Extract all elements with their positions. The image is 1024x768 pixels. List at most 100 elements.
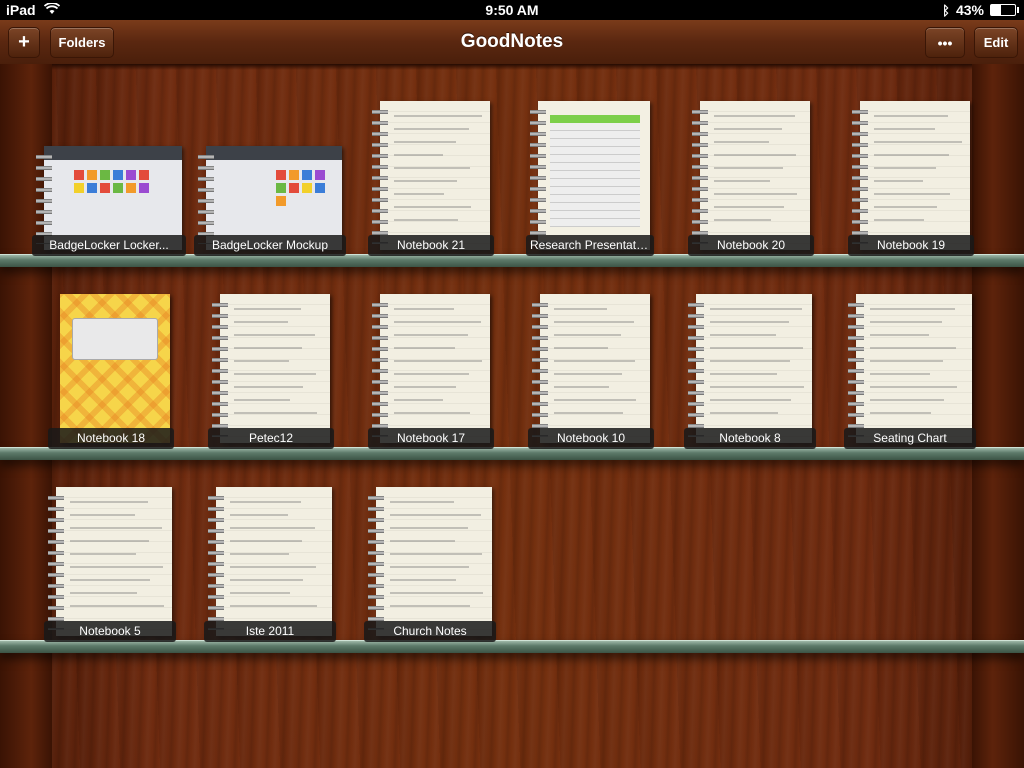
handwriting-line: [234, 308, 301, 310]
handwriting-line: [394, 360, 482, 362]
spiral-binding: [530, 107, 546, 244]
notebook-cover: [700, 101, 810, 250]
handwriting-line: [710, 412, 778, 414]
more-button[interactable]: •••: [925, 27, 965, 58]
notebook-cover: [538, 101, 650, 250]
handwriting-line: [394, 399, 443, 401]
handwriting-line: [874, 141, 962, 143]
bookshelf: BadgeLocker Locker... BadgeLocker Mockup…: [0, 64, 1024, 768]
handwriting-line: [394, 167, 470, 169]
spiral-binding: [532, 300, 548, 437]
notebook-5[interactable]: Notebook 5: [44, 487, 176, 642]
notebook-badgelocker-locker[interactable]: BadgeLocker Locker...: [32, 146, 186, 256]
handwriting-line: [554, 347, 608, 349]
notebook-church-notes[interactable]: Church Notes: [364, 487, 496, 642]
handwriting-line: [554, 321, 634, 323]
spiral-binding: [848, 300, 864, 437]
notebook-8[interactable]: Notebook 8: [684, 294, 816, 449]
handwriting-line: [70, 579, 150, 581]
shelf-top-shadow: [0, 64, 1024, 70]
bookcase-right-side: [972, 64, 1024, 768]
handwriting-line: [234, 334, 315, 336]
handwriting-line: [394, 206, 471, 208]
handwriting-line: [554, 373, 622, 375]
handwriting-line: [874, 115, 948, 117]
handwriting-line: [714, 193, 797, 195]
status-bar: iPad 9:50 AM ᛒ 43%: [0, 0, 1024, 20]
handwriting-line: [394, 180, 457, 182]
notebook-title: Research Presentatio...: [526, 235, 654, 256]
handwriting-line: [234, 321, 288, 323]
notebook-badgelocker-mockup[interactable]: BadgeLocker Mockup: [194, 146, 346, 256]
notebook-20[interactable]: Notebook 20: [688, 101, 814, 256]
handwriting-line: [390, 540, 455, 542]
spiral-binding: [212, 300, 228, 437]
handwriting-line: [394, 334, 468, 336]
handwriting-line: [554, 399, 636, 401]
battery-percent: 43%: [955, 2, 984, 18]
handwriting-line: [874, 167, 936, 169]
notebook-research-presentation[interactable]: Research Presentatio...: [526, 101, 654, 256]
handwriting-line: [870, 321, 942, 323]
notebook-title: Notebook 10: [528, 428, 654, 449]
handwriting-line: [70, 501, 148, 503]
handwriting-line: [874, 180, 923, 182]
notebook-petec12[interactable]: Petec12: [208, 294, 334, 449]
handwriting-line: [554, 360, 635, 362]
notebook-18[interactable]: Notebook 18: [48, 294, 174, 449]
handwriting-line: [870, 373, 930, 375]
spiral-binding: [48, 493, 64, 630]
notebook-cover: [376, 487, 492, 636]
handwriting-line: [230, 579, 303, 581]
notebook-title: Notebook 18: [48, 428, 174, 449]
bluetooth-icon: ᛒ: [942, 2, 950, 18]
notebook-title: Notebook 17: [368, 428, 494, 449]
handwriting-line: [230, 514, 288, 516]
notebook-cover: [380, 101, 490, 250]
handwriting-line: [714, 154, 796, 156]
handwriting-line: [874, 193, 950, 195]
spiral-binding: [198, 152, 214, 244]
handwriting-line: [870, 334, 929, 336]
notebook-19[interactable]: Notebook 19: [848, 101, 974, 256]
handwriting-line: [234, 373, 316, 375]
handwriting-line: [394, 412, 470, 414]
edit-button[interactable]: Edit: [974, 27, 1018, 58]
notebook-iste-2011[interactable]: Iste 2011: [204, 487, 336, 642]
handwriting-line: [390, 501, 454, 503]
handwriting-line: [234, 412, 317, 414]
notebook-cover: [220, 294, 330, 443]
handwriting-line: [70, 553, 136, 555]
handwriting-line: [870, 360, 943, 362]
handwriting-line: [870, 347, 956, 349]
notebook-title: Notebook 20: [688, 235, 814, 256]
spiral-binding: [208, 493, 224, 630]
handwriting-line: [394, 308, 454, 310]
spiral-binding: [692, 107, 708, 244]
handwriting-line: [714, 141, 769, 143]
spiral-binding: [36, 152, 52, 244]
handwriting-line: [554, 386, 609, 388]
handwriting-line: [554, 308, 607, 310]
handwriting-line: [394, 386, 456, 388]
notebook-seating-chart[interactable]: Seating Chart: [844, 294, 976, 449]
notebook-21[interactable]: Notebook 21: [368, 101, 494, 256]
handwriting-line: [390, 592, 483, 594]
notebook-17[interactable]: Notebook 17: [368, 294, 494, 449]
handwriting-line: [394, 128, 469, 130]
handwriting-line: [230, 540, 302, 542]
notebook-10[interactable]: Notebook 10: [528, 294, 654, 449]
handwriting-line: [394, 373, 469, 375]
app-title: GoodNotes: [460, 31, 564, 52]
handwriting-line: [710, 347, 803, 349]
spiral-binding: [688, 300, 704, 437]
handwriting-line: [714, 219, 771, 221]
handwriting-line: [70, 592, 137, 594]
handwriting-line: [710, 321, 789, 323]
handwriting-line: [234, 386, 303, 388]
handwriting-line: [714, 128, 782, 130]
notebook-cover: [860, 101, 970, 250]
handwriting-line: [710, 373, 777, 375]
handwriting-line: [70, 514, 135, 516]
handwriting-line: [390, 579, 456, 581]
